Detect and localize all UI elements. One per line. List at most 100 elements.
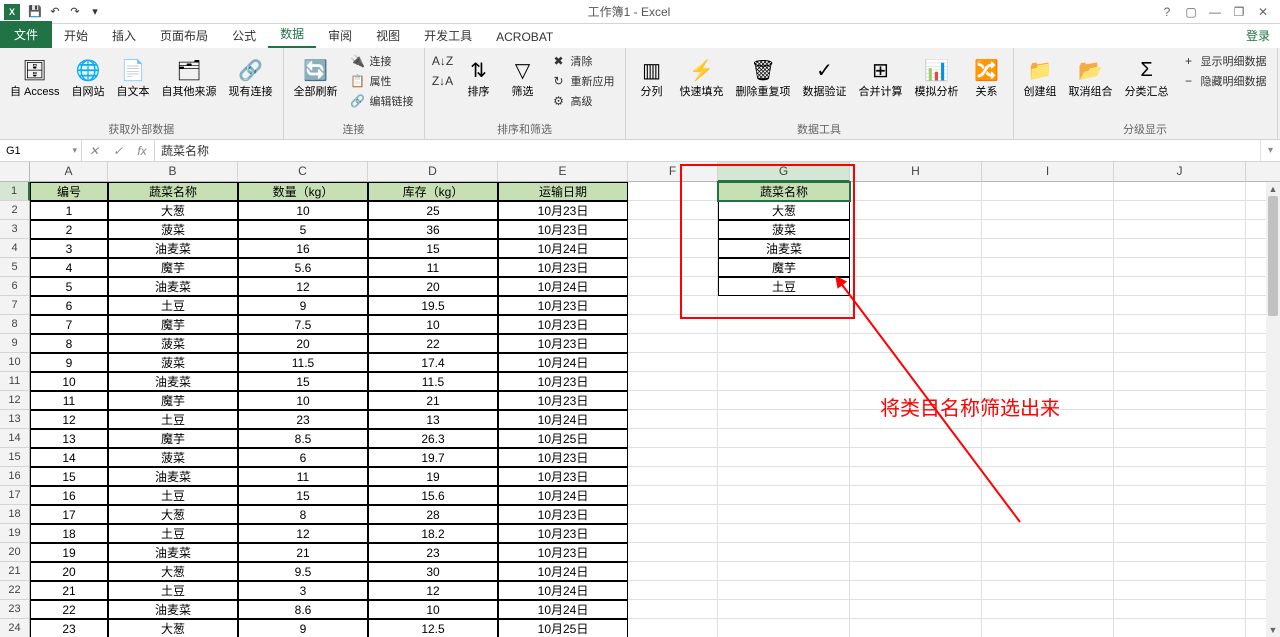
undo-icon[interactable]: ↶: [46, 3, 64, 21]
empty-cell[interactable]: [982, 410, 1114, 429]
row-header-2[interactable]: 2: [0, 201, 30, 220]
ribbon-options-icon[interactable]: ▢: [1182, 3, 1200, 21]
cell-qty[interactable]: 23: [238, 410, 368, 429]
cell-qty[interactable]: 10: [238, 201, 368, 220]
empty-cell[interactable]: [628, 258, 718, 277]
help-icon[interactable]: ?: [1158, 3, 1176, 21]
empty-cell[interactable]: [628, 372, 718, 391]
select-all-corner[interactable]: [0, 162, 30, 182]
cell-id[interactable]: 18: [30, 524, 108, 543]
cell-date[interactable]: 10月23日: [498, 372, 628, 391]
cell-name[interactable]: 魔芋: [108, 391, 238, 410]
empty-cell[interactable]: [718, 334, 850, 353]
empty-cell[interactable]: [850, 220, 982, 239]
advanced-filter-button[interactable]: ⚙高级: [547, 92, 619, 110]
cell-qty[interactable]: 8.6: [238, 600, 368, 619]
empty-cell[interactable]: [718, 315, 850, 334]
empty-cell[interactable]: [850, 429, 982, 448]
empty-cell[interactable]: [718, 467, 850, 486]
empty-cell[interactable]: [1114, 429, 1246, 448]
empty-cell[interactable]: [850, 315, 982, 334]
empty-cell[interactable]: [850, 372, 982, 391]
empty-cell[interactable]: [718, 600, 850, 619]
empty-cell[interactable]: [850, 239, 982, 258]
cell-date[interactable]: 10月23日: [498, 334, 628, 353]
cell-qty[interactable]: 9: [238, 619, 368, 637]
filter-button[interactable]: ▽筛选: [503, 52, 543, 101]
empty-cell[interactable]: [1114, 448, 1246, 467]
empty-cell[interactable]: [628, 581, 718, 600]
cell-date[interactable]: 10月23日: [498, 220, 628, 239]
header-stock[interactable]: 库存（kg）: [368, 182, 498, 201]
empty-cell[interactable]: [628, 448, 718, 467]
tab-acrobat[interactable]: ACROBAT: [484, 26, 565, 48]
row-header-23[interactable]: 23: [0, 600, 30, 619]
cell-qty[interactable]: 8: [238, 505, 368, 524]
group-button[interactable]: 📁创建组: [1020, 52, 1061, 101]
empty-cell[interactable]: [1114, 334, 1246, 353]
tab-layout[interactable]: 页面布局: [148, 23, 220, 48]
sort-button[interactable]: ⇅排序: [459, 52, 499, 101]
cell-date[interactable]: 10月23日: [498, 505, 628, 524]
cell-stock[interactable]: 18.2: [368, 524, 498, 543]
cell-date[interactable]: 10月23日: [498, 543, 628, 562]
cell-name[interactable]: 土豆: [108, 296, 238, 315]
empty-cell[interactable]: [628, 353, 718, 372]
cell-id[interactable]: 23: [30, 619, 108, 637]
cell-name[interactable]: 大葱: [108, 562, 238, 581]
cell-name[interactable]: 菠菜: [108, 334, 238, 353]
empty-cell[interactable]: [1114, 581, 1246, 600]
empty-cell[interactable]: [628, 391, 718, 410]
cell-qty[interactable]: 12: [238, 277, 368, 296]
empty-cell[interactable]: [628, 562, 718, 581]
empty-cell[interactable]: [850, 258, 982, 277]
cell-stock[interactable]: 12.5: [368, 619, 498, 637]
cell-name[interactable]: 魔芋: [108, 429, 238, 448]
empty-cell[interactable]: [628, 524, 718, 543]
cell-name[interactable]: 油麦菜: [108, 239, 238, 258]
cell-id[interactable]: 5: [30, 277, 108, 296]
cell-qty[interactable]: 7.5: [238, 315, 368, 334]
cell-id[interactable]: 21: [30, 581, 108, 600]
empty-cell[interactable]: [982, 258, 1114, 277]
cell-stock[interactable]: 30: [368, 562, 498, 581]
cell-qty[interactable]: 20: [238, 334, 368, 353]
cell-qty[interactable]: 12: [238, 524, 368, 543]
cell-date[interactable]: 10月23日: [498, 258, 628, 277]
tab-developer[interactable]: 开发工具: [412, 23, 484, 48]
cell-qty[interactable]: 15: [238, 372, 368, 391]
vertical-scrollbar[interactable]: ▲ ▼: [1266, 182, 1280, 637]
empty-cell[interactable]: [718, 429, 850, 448]
empty-cell[interactable]: [1114, 410, 1246, 429]
empty-cell[interactable]: [850, 486, 982, 505]
cell-stock[interactable]: 13: [368, 410, 498, 429]
empty-cell[interactable]: [628, 410, 718, 429]
cell-id[interactable]: 9: [30, 353, 108, 372]
flash-fill-button[interactable]: ⚡快速填充: [676, 52, 728, 101]
row-header-24[interactable]: 24: [0, 619, 30, 637]
row-header-21[interactable]: 21: [0, 562, 30, 581]
scroll-down-icon[interactable]: ▼: [1266, 623, 1280, 637]
existing-connections-button[interactable]: 🔗现有连接: [225, 52, 277, 101]
cell-date[interactable]: 10月24日: [498, 486, 628, 505]
header-name[interactable]: 蔬菜名称: [108, 182, 238, 201]
empty-cell[interactable]: [718, 543, 850, 562]
cell-date[interactable]: 10月23日: [498, 391, 628, 410]
cell-date[interactable]: 10月24日: [498, 600, 628, 619]
filtered-header[interactable]: 蔬菜名称: [718, 182, 850, 201]
consolidate-button[interactable]: ⊞合并计算: [855, 52, 907, 101]
subtotal-button[interactable]: Σ分类汇总: [1121, 52, 1173, 101]
cell-name[interactable]: 菠菜: [108, 448, 238, 467]
sort-desc-button[interactable]: Z↓A: [431, 72, 455, 90]
cell-name[interactable]: 油麦菜: [108, 277, 238, 296]
cell-stock[interactable]: 10: [368, 600, 498, 619]
remove-duplicates-button[interactable]: 🗑删除重复项: [732, 52, 795, 101]
empty-cell[interactable]: [982, 372, 1114, 391]
empty-cell[interactable]: [982, 220, 1114, 239]
empty-cell[interactable]: [1114, 296, 1246, 315]
empty-cell[interactable]: [982, 334, 1114, 353]
col-header-B[interactable]: B: [108, 162, 238, 182]
header-date[interactable]: 运输日期: [498, 182, 628, 201]
cell-qty[interactable]: 5.6: [238, 258, 368, 277]
relationships-button[interactable]: 🔀关系: [967, 52, 1007, 101]
